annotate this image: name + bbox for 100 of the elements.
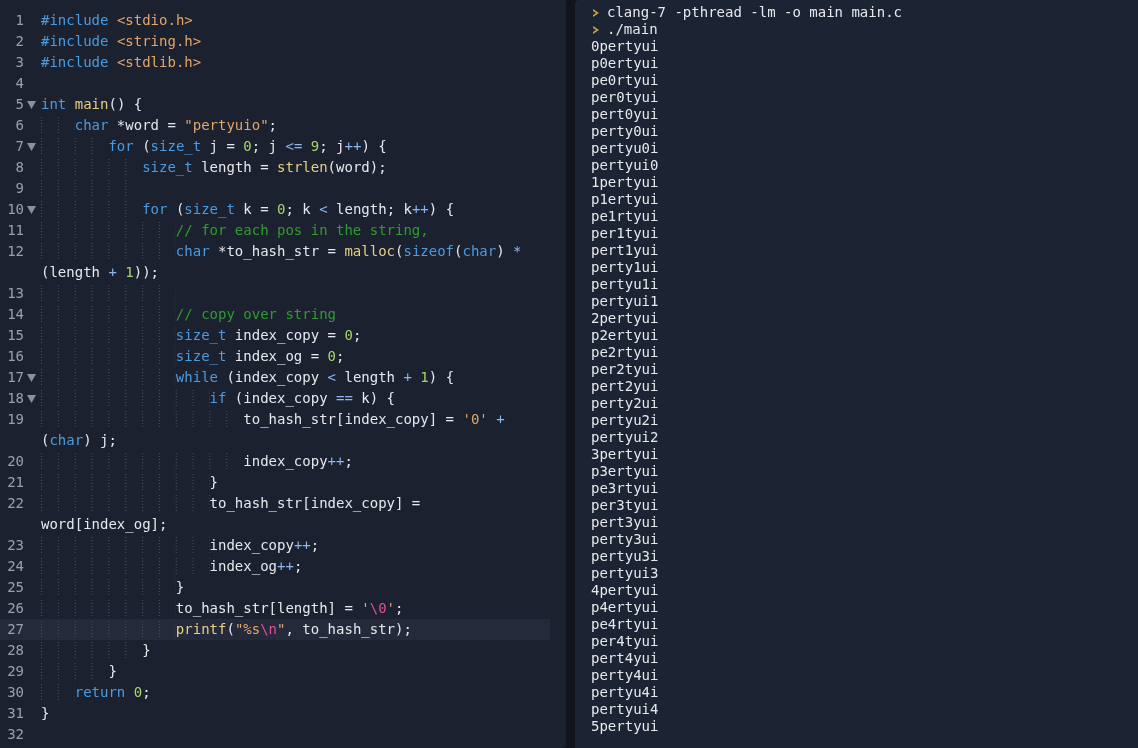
terminal-output: pertyu2i <box>591 412 659 429</box>
code-line: while (index_copy < length + 1) { <box>41 367 550 388</box>
code-line: to_hash_str[index_copy] = <box>41 493 550 514</box>
code-line: // for each pos in the string, <box>41 220 550 241</box>
terminal-output: p1ertyui <box>591 191 659 208</box>
fold-caret-icon[interactable] <box>27 143 36 151</box>
line-number: 23 <box>6 536 24 555</box>
line-number: 8 <box>14 158 24 177</box>
fold-caret-icon[interactable] <box>27 206 36 214</box>
line-number: 9 <box>14 179 24 198</box>
fold-caret-icon[interactable] <box>27 374 36 382</box>
code-line: for (size_t k = 0; k < length; k++) { <box>41 199 550 220</box>
code-line: // copy over string <box>41 304 550 325</box>
terminal-output: pertyui4 <box>591 701 659 718</box>
terminal-output: pe2rtyui <box>591 344 659 361</box>
terminal-output: p2ertyui <box>591 327 659 344</box>
line-number: 29 <box>6 662 24 681</box>
code-line: #include <string.h> <box>41 32 203 51</box>
line-number: 5 <box>14 95 24 114</box>
code-line: to_hash_str[index_copy] = '0' + <box>41 409 550 430</box>
code-line: index_copy++; <box>41 451 550 472</box>
code-line: size_t index_og = 0; <box>41 346 550 367</box>
line-number: 28 <box>6 641 24 660</box>
code-line: (length + 1)); <box>41 263 161 282</box>
code-line: printf("%s\n", to_hash_str); <box>41 619 550 640</box>
code-line: size_t length = strlen(word); <box>41 157 550 178</box>
line-number: 22 <box>6 494 24 513</box>
fold-caret-icon[interactable] <box>27 101 36 109</box>
terminal-command: clang-7 -pthread -lm -o main main.c <box>607 4 902 21</box>
terminal-output: 5pertyui <box>591 718 659 735</box>
code-line: if (index_copy == k) { <box>41 388 550 409</box>
line-number: 2 <box>14 32 24 51</box>
code-line: (char) j; <box>41 431 118 450</box>
terminal-output: pert3yui <box>591 514 659 531</box>
terminal-output: 0pertyui <box>591 38 659 55</box>
terminal-output: pertyu4i <box>591 684 659 701</box>
line-number: 19 <box>6 410 24 429</box>
code-line: to_hash_str[length] = '\0'; <box>41 598 550 619</box>
code-line: for (size_t j = 0; j <= 9; j++) { <box>41 136 550 157</box>
line-number: 14 <box>6 305 24 324</box>
terminal-output: pertyui1 <box>591 293 659 310</box>
code-line: } <box>41 472 550 493</box>
line-number: 31 <box>6 704 24 723</box>
line-number: 10 <box>6 200 24 219</box>
terminal-output: pe4rtyui <box>591 616 659 633</box>
terminal-output: pertyui2 <box>591 429 659 446</box>
terminal-output: pert4yui <box>591 650 659 667</box>
code-line: #include <stdio.h> <box>41 11 194 30</box>
line-number: 25 <box>6 578 24 597</box>
line-number: 13 <box>6 284 24 303</box>
line-number: 11 <box>6 221 24 240</box>
line-number: 16 <box>6 347 24 366</box>
terminal-output: pert0yui <box>591 106 659 123</box>
fold-caret-icon[interactable] <box>27 395 36 403</box>
terminal-output: 3pertyui <box>591 446 659 463</box>
terminal-output: pe3rtyui <box>591 480 659 497</box>
line-number: 4 <box>14 74 24 93</box>
code-line: int main() { <box>41 95 144 114</box>
line-number: 20 <box>6 452 24 471</box>
terminal-output: p3ertyui <box>591 463 659 480</box>
line-number: 12 <box>6 242 24 261</box>
terminal-output: per3tyui <box>591 497 659 514</box>
terminal-output: perty2ui <box>591 395 659 412</box>
terminal-output: perty0ui <box>591 123 659 140</box>
line-number: 27 <box>6 620 24 639</box>
terminal-output: perty1ui <box>591 259 659 276</box>
code-line: } <box>41 661 550 682</box>
line-number: 18 <box>6 389 24 408</box>
terminal-output: per4tyui <box>591 633 659 650</box>
line-number: 1 <box>14 11 24 30</box>
code-line: } <box>41 577 550 598</box>
code-line: char *word = "pertyuio"; <box>41 115 550 136</box>
code-line: return 0; <box>41 682 550 703</box>
line-number: 17 <box>6 368 24 387</box>
code-line: #include <stdlib.h> <box>41 53 203 72</box>
terminal-output: pertyui0 <box>591 157 659 174</box>
code-line: char *to_hash_str = malloc(sizeof(char) * <box>41 241 550 262</box>
terminal-output: per1tyui <box>591 225 659 242</box>
code-line: word[index_og]; <box>41 515 169 535</box>
terminal-output: 2pertyui <box>591 310 659 327</box>
terminal-output: perty3ui <box>591 531 659 548</box>
code-line: index_copy++; <box>41 535 550 556</box>
terminal-output: pert2yui <box>591 378 659 395</box>
terminal-output: p4ertyui <box>591 599 659 616</box>
terminal-output: perty4ui <box>591 667 659 684</box>
line-number: 32 <box>6 725 24 744</box>
terminal-output: pert1yui <box>591 242 659 259</box>
line-number: 26 <box>6 599 24 618</box>
line-number: 30 <box>6 683 24 702</box>
terminal-output: pertyu1i <box>591 276 659 293</box>
terminal-output: pe0rtyui <box>591 72 659 89</box>
terminal-output: pertyu0i <box>591 140 659 157</box>
line-number: 21 <box>6 473 24 492</box>
code-line: size_t index_copy = 0; <box>41 325 550 346</box>
terminal-output: pertyui3 <box>591 565 659 582</box>
terminal-output: pe1rtyui <box>591 208 659 225</box>
terminal-command: ./main <box>607 21 658 38</box>
line-number: 7 <box>14 137 24 156</box>
code-line: } <box>41 640 550 661</box>
line-number: 6 <box>14 116 24 135</box>
